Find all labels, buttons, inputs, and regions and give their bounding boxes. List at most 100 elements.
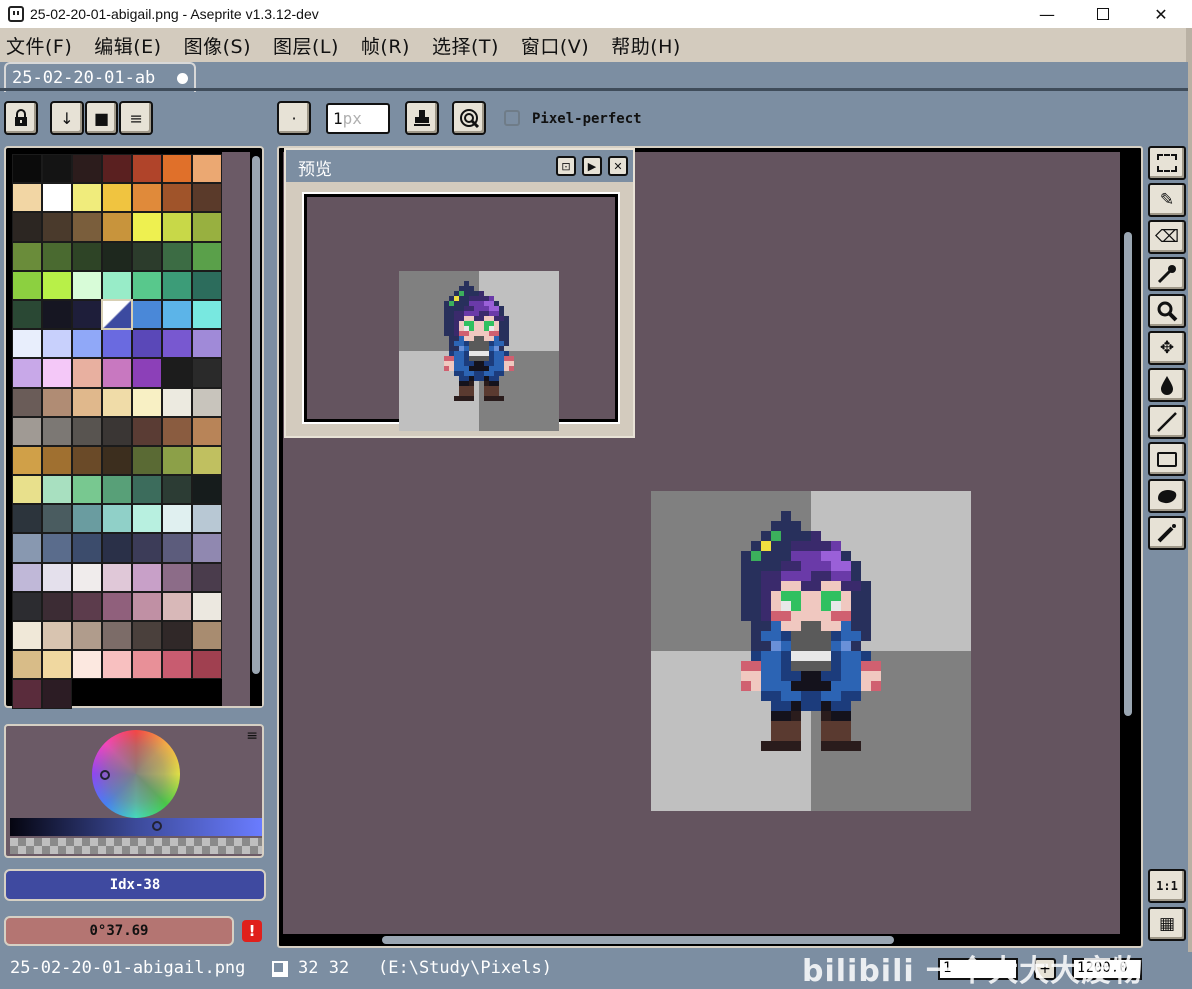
palette-scrollbar[interactable] (250, 152, 262, 706)
palette-swatch[interactable] (42, 533, 72, 563)
palette-swatch[interactable] (72, 504, 102, 534)
palette-swatch[interactable] (192, 358, 222, 388)
brush-type-button[interactable]: · (277, 101, 311, 135)
palette-swatch[interactable] (102, 562, 132, 592)
palette-swatch[interactable] (192, 591, 222, 621)
palette-swatch[interactable] (42, 650, 72, 680)
palette-swatch[interactable] (102, 241, 132, 271)
palette-swatch[interactable] (192, 621, 222, 651)
palette-swatch[interactable] (12, 387, 42, 417)
palette-swatch[interactable] (42, 212, 72, 242)
palette-swatch[interactable] (102, 387, 132, 417)
palette-swatch[interactable] (12, 154, 42, 184)
palette-swatch[interactable] (42, 387, 72, 417)
palette-swatch[interactable] (162, 416, 192, 446)
timeline-toggle-button[interactable]: ▦ (1148, 907, 1186, 941)
palette-swatch[interactable] (12, 621, 42, 651)
palette-swatch[interactable] (132, 650, 162, 680)
menu-file[interactable]: 文件(F) (6, 32, 72, 59)
palette-swatch[interactable] (132, 475, 162, 505)
menu-frame[interactable]: 帧(R) (361, 32, 410, 59)
palette-swatch[interactable] (72, 591, 102, 621)
palette-swatch[interactable] (72, 270, 102, 300)
preview-close-button[interactable]: ✕ (608, 156, 628, 176)
palette-swatch[interactable] (102, 533, 132, 563)
palette-swatch[interactable] (101, 298, 133, 331)
palette-swatch[interactable] (192, 329, 222, 359)
palette-swatch[interactable] (42, 679, 72, 709)
palette-swatch[interactable] (102, 154, 132, 184)
palette-swatch[interactable] (102, 591, 132, 621)
palette-swatch[interactable] (12, 504, 42, 534)
palette-swatch[interactable] (42, 154, 72, 184)
palette-swatch[interactable] (72, 445, 102, 476)
palette-swatch[interactable] (132, 562, 162, 592)
ink-type-button[interactable] (405, 101, 439, 135)
menu-view[interactable]: 窗口(V) (521, 32, 589, 59)
palette-swatch[interactable] (192, 241, 222, 271)
palette-swatch[interactable] (72, 533, 102, 563)
palette-swatch[interactable] (102, 475, 132, 505)
palette-swatch[interactable] (42, 358, 72, 388)
palette-swatch[interactable] (102, 445, 132, 476)
preview-titlebar[interactable]: 预览 ⊡ ▶ ✕ (286, 150, 633, 182)
palette-swatch[interactable] (162, 533, 192, 563)
palette-swatch[interactable] (162, 154, 192, 184)
palette-swatch[interactable] (192, 154, 222, 184)
palette-swatch[interactable] (192, 475, 222, 505)
palette-swatch[interactable] (12, 241, 42, 271)
menu-help[interactable]: 帮助(H) (611, 32, 681, 59)
palette-sort-button[interactable]: ↓ (50, 101, 84, 135)
palette-swatch[interactable] (12, 299, 42, 330)
palette-swatch[interactable] (12, 679, 42, 709)
tool-eraser[interactable]: ⌫ (1148, 220, 1186, 254)
palette-swatch[interactable] (162, 270, 192, 300)
palette-swatch[interactable] (102, 212, 132, 242)
palette-swatch[interactable] (72, 475, 102, 505)
close-window-button[interactable]: ✕ (1132, 0, 1190, 28)
foreground-color-index[interactable]: Idx-38 (4, 869, 266, 901)
palette-swatch[interactable] (42, 591, 72, 621)
value-slider-bar[interactable] (10, 818, 262, 836)
palette-swatch[interactable] (42, 504, 72, 534)
palette-swatch[interactable] (42, 562, 72, 592)
palette-swatch[interactable] (42, 299, 72, 330)
tool-pencil[interactable]: ✎ (1148, 183, 1186, 217)
color-hsv-field[interactable]: 0°37.69 (4, 916, 234, 946)
palette-swatch[interactable] (162, 329, 192, 359)
tab-modified-dot-icon[interactable] (177, 72, 188, 84)
tool-paint-bucket[interactable] (1148, 368, 1186, 402)
main-sprite-canvas[interactable] (651, 491, 971, 811)
tool-eyedropper[interactable] (1148, 257, 1186, 291)
preview-center-button[interactable]: ⊡ (556, 156, 576, 176)
tool-rectangle[interactable] (1148, 442, 1186, 476)
palette-swatch[interactable] (162, 650, 192, 680)
palette-swatch[interactable] (192, 533, 222, 563)
palette-swatch[interactable] (162, 387, 192, 417)
palette-swatch[interactable] (12, 475, 42, 505)
palette-scrollbar-thumb[interactable] (252, 156, 260, 674)
palette-swatch[interactable] (12, 591, 42, 621)
menu-sprite[interactable]: 图像(S) (184, 32, 251, 59)
zoom-1-to-1-button[interactable]: 1:1 (1148, 869, 1186, 903)
tool-zoom[interactable] (1148, 294, 1186, 328)
palette-swatch[interactable] (72, 154, 102, 184)
palette-swatch[interactable] (12, 212, 42, 242)
palette-swatch[interactable] (12, 562, 42, 592)
palette-swatch[interactable] (102, 416, 132, 446)
palette-swatch[interactable] (72, 329, 102, 359)
palette-swatch[interactable] (72, 621, 102, 651)
palette-swatch[interactable] (42, 241, 72, 271)
palette-swatch[interactable] (162, 475, 192, 505)
editor-horizontal-scrollbar-thumb[interactable] (382, 936, 894, 944)
minimize-button[interactable]: — (1018, 0, 1076, 28)
palette-swatch[interactable] (42, 475, 72, 505)
palette-swatch[interactable] (132, 154, 162, 184)
palette-swatch[interactable] (72, 650, 102, 680)
palette-swatch[interactable] (72, 562, 102, 592)
palette-swatch[interactable] (132, 504, 162, 534)
palette-swatch[interactable] (132, 358, 162, 388)
palette-swatch[interactable] (132, 591, 162, 621)
palette-swatch[interactable] (192, 650, 222, 680)
palette-swatch[interactable] (162, 358, 192, 388)
